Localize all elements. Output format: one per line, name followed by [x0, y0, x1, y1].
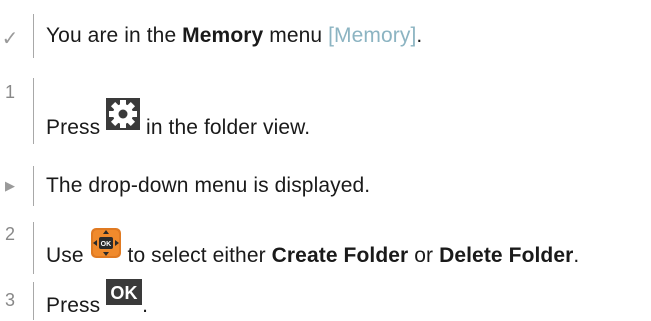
step-text: Use OK to select either Create Folder or… [46, 228, 579, 268]
result-arrow-icon: ▶ [5, 178, 15, 193]
menu-name: Memory [182, 24, 264, 47]
step-result: ▶ The drop-down menu is displayed. [0, 166, 651, 206]
step-text: You are in the Memory menu [Memory]. [46, 24, 423, 47]
ok-navigation-pad-icon: OK [90, 227, 122, 265]
svg-text:OK: OK [100, 241, 111, 248]
step-text: Press OK . [46, 279, 148, 318]
step-divider [33, 166, 34, 206]
step-divider [33, 78, 34, 144]
step-3: 3 Press OK . [0, 279, 651, 320]
check-icon: ✓ [1, 28, 19, 50]
step-divider [33, 282, 34, 320]
step-number: 2 [4, 224, 15, 244]
step-divider [33, 222, 34, 274]
create-folder-label: Create Folder [271, 244, 409, 267]
step-number: 3 [4, 290, 15, 310]
step-text: Press in the folder view. [46, 98, 310, 140]
delete-folder-label: Delete Folder [439, 244, 574, 267]
step-prerequisite: ✓ You are in the Memory menu [Memory]. [0, 14, 651, 58]
step-number: 1 [4, 82, 15, 102]
step-1: 1 Press in the folder view. [0, 78, 651, 144]
step-divider [33, 14, 34, 58]
step-text: The drop-down menu is displayed. [46, 174, 371, 197]
step-2: 2 Use OK to select either Create Folder … [0, 222, 651, 274]
menu-path: [Memory] [328, 24, 417, 47]
svg-text:OK: OK [111, 283, 138, 303]
ok-key-icon: OK [106, 279, 143, 311]
gear-icon [106, 98, 141, 136]
